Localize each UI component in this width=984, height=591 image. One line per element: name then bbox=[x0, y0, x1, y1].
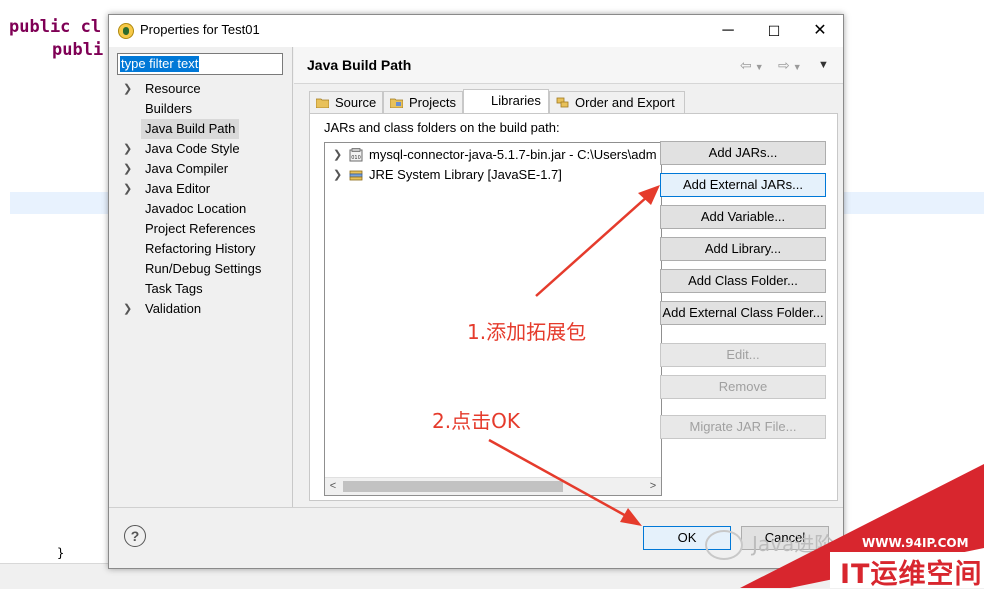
chevron-right-icon[interactable]: ❯ bbox=[123, 179, 133, 199]
eclipse-app-icon bbox=[118, 23, 134, 39]
minimize-button[interactable]: ─ bbox=[705, 15, 751, 47]
view-menu-icon[interactable]: ▼ bbox=[818, 59, 829, 71]
sash-divider[interactable] bbox=[292, 47, 293, 507]
horizontal-scrollbar[interactable]: < > bbox=[325, 477, 661, 495]
nav-item-label: Java Editor bbox=[145, 181, 211, 196]
nav-item-label: Java Code Style bbox=[145, 141, 240, 156]
chevron-right-icon[interactable]: ❯ bbox=[333, 165, 342, 185]
watermark-wechat: Java进阶 bbox=[752, 532, 835, 556]
chevron-right-icon[interactable]: ❯ bbox=[123, 139, 133, 159]
library-button[interactable]: Add Variable... bbox=[660, 205, 826, 229]
projects-icon bbox=[390, 98, 403, 108]
tab-libraries[interactable]: Libraries bbox=[463, 89, 549, 115]
nav-item-label: Project References bbox=[145, 221, 256, 236]
code-line: public cl bbox=[9, 17, 102, 37]
back-arrow-icon[interactable]: ⇦ ▼ bbox=[740, 57, 764, 74]
site-brand: IT运维空间 bbox=[840, 559, 983, 590]
source-folder-icon bbox=[316, 98, 329, 108]
tab-projects[interactable]: Projects bbox=[383, 91, 463, 113]
nav-item-label: Builders bbox=[145, 101, 192, 116]
chevron-right-icon[interactable]: ❯ bbox=[123, 299, 133, 319]
chevron-right-icon[interactable]: ❯ bbox=[123, 79, 133, 99]
nav-item-label: Resource bbox=[145, 81, 201, 96]
nav-item-label: Javadoc Location bbox=[145, 201, 247, 216]
filter-input[interactable]: type filter text bbox=[117, 53, 283, 75]
order-export-icon bbox=[556, 97, 569, 108]
site-url: WWW.94IP.COM bbox=[862, 536, 969, 550]
library-button[interactable]: Add JARs... bbox=[660, 141, 826, 165]
forward-arrow-icon[interactable]: ⇨ ▼ bbox=[778, 57, 802, 74]
dialog-title: Properties for Test01 bbox=[140, 22, 260, 37]
filter-text: type filter text bbox=[120, 56, 200, 72]
nav-item-label: Refactoring History bbox=[145, 241, 256, 256]
library-button[interactable]: Add External JARs... bbox=[660, 173, 826, 197]
jar-icon: 010 bbox=[349, 148, 363, 162]
tab-source[interactable]: Source bbox=[309, 91, 383, 113]
chevron-right-icon[interactable]: ❯ bbox=[333, 145, 342, 165]
library-button[interactable]: Add Library... bbox=[660, 237, 826, 261]
library-button[interactable]: Remove bbox=[660, 375, 826, 399]
library-icon bbox=[349, 170, 363, 181]
library-button[interactable]: Edit... bbox=[660, 343, 826, 367]
annotation-step2: 2.点击OK bbox=[432, 409, 520, 433]
annotation-step1: 1.添加拓展包 bbox=[467, 320, 587, 344]
dialog-titlebar: Properties for Test01 ─ ☐ ✕ bbox=[109, 15, 843, 47]
help-icon[interactable]: ? bbox=[124, 525, 146, 547]
tab-order-export[interactable]: Order and Export bbox=[549, 91, 685, 113]
scrollbar-thumb[interactable] bbox=[343, 481, 563, 492]
maximize-button[interactable]: ☐ bbox=[751, 15, 797, 47]
tab-projects-label: Projects bbox=[409, 95, 456, 110]
svg-text:010: 010 bbox=[351, 155, 361, 161]
scroll-left-icon[interactable]: < bbox=[325, 478, 341, 495]
tab-order-export-label: Order and Export bbox=[575, 95, 675, 110]
page-header: Java Build Path ⇦ ▼ ⇨ ▼ ▼ bbox=[294, 47, 843, 84]
tab-libraries-label: Libraries bbox=[491, 93, 541, 108]
nav-item-label: Run/Debug Settings bbox=[145, 261, 262, 276]
wechat-icon bbox=[705, 530, 743, 560]
nav-item-label: Validation bbox=[145, 301, 202, 316]
footer-divider bbox=[109, 507, 843, 508]
tree-row-label: mysql-connector-java-5.1.7-bin.jar - C:\… bbox=[369, 147, 657, 162]
code-line: } bbox=[57, 546, 65, 560]
library-button[interactable]: Add Class Folder... bbox=[660, 269, 826, 293]
code-line: publi bbox=[52, 40, 104, 60]
tab-source-label: Source bbox=[335, 95, 377, 110]
libraries-caption: JARs and class folders on the build path… bbox=[324, 120, 560, 135]
nav-item-label: Task Tags bbox=[145, 281, 203, 296]
tree-row-label: JRE System Library [JavaSE-1.7] bbox=[369, 167, 562, 182]
chevron-right-icon[interactable]: ❯ bbox=[123, 159, 133, 179]
nav-item-label: Java Compiler bbox=[145, 161, 229, 176]
properties-dialog: Properties for Test01 ─ ☐ ✕ type filter … bbox=[108, 14, 844, 569]
library-button[interactable]: Migrate JAR File... bbox=[660, 415, 826, 439]
close-button[interactable]: ✕ bbox=[797, 15, 843, 47]
scroll-right-icon[interactable]: > bbox=[645, 478, 661, 495]
library-button[interactable]: Add External Class Folder... bbox=[660, 301, 826, 325]
page-title: Java Build Path bbox=[307, 57, 412, 73]
nav-item-label: Java Build Path bbox=[141, 119, 240, 139]
